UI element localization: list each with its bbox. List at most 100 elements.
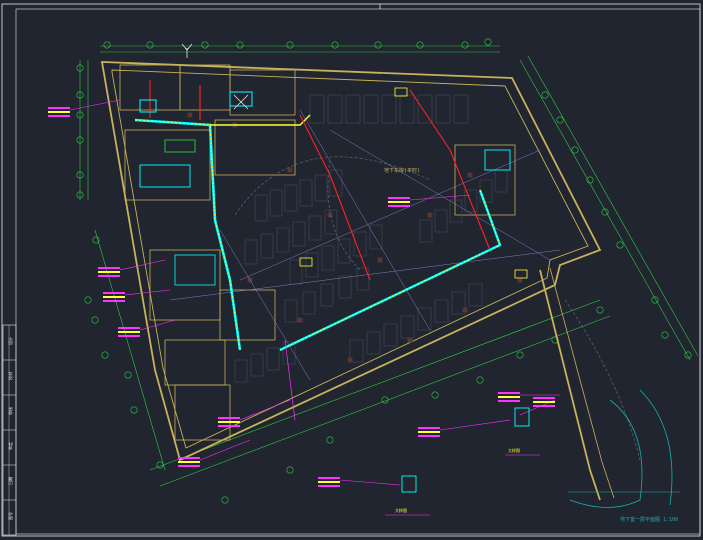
parking-bay (302, 291, 316, 315)
column-icon (407, 337, 413, 343)
parking-bay (244, 239, 258, 265)
parking-bay (419, 219, 433, 243)
parking-bay (309, 94, 325, 124)
annotation-text-block (218, 421, 240, 423)
parking-bay (434, 209, 448, 233)
grid-bubble-icon (484, 38, 492, 46)
parking-bay (381, 94, 397, 124)
title-block-field: 日期 (7, 477, 13, 485)
title-block-field: 审核 (7, 407, 13, 415)
parking-bay (254, 194, 268, 222)
annotation-leader (119, 259, 166, 271)
annotation-text-block (178, 457, 200, 459)
detail-label: 大样图 (395, 507, 407, 513)
parking-bay (468, 283, 483, 307)
column-icon (187, 112, 193, 118)
floor-plan-svg: 设计 校对 审核 审定 日期 图号 地下车库(平时) 大样图 大样图 地下室一层… (1, 3, 701, 537)
grid-bubble-icon (84, 296, 92, 304)
cad-drawing-canvas[interactable]: 设计 校对 审核 审定 日期 图号 地下车库(平时) 大样图 大样图 地下室一层… (0, 0, 703, 540)
grid-bubble-group (76, 38, 692, 504)
column-icon (297, 317, 303, 323)
dimension-lines (79, 45, 699, 487)
parking-bay (453, 94, 469, 124)
parking-bay (321, 245, 335, 271)
title-block-field: 校对 (7, 372, 13, 380)
grid-bubble-icon (431, 391, 439, 399)
column-icon (287, 167, 293, 173)
annotation-leader (199, 439, 251, 461)
annotation-text-block (533, 401, 555, 403)
parking-bay (383, 323, 398, 347)
parking-bay (284, 299, 298, 323)
annotation-text-block (218, 417, 240, 419)
column-icon (517, 277, 523, 283)
annotation-text-block (388, 197, 410, 199)
room-partitions (119, 64, 516, 441)
column-icon (467, 172, 473, 178)
grid-bubble-icon (516, 351, 524, 359)
grid-bubble-icon (91, 316, 99, 324)
grid-bubble-icon (221, 496, 229, 504)
parking-bay (327, 94, 343, 124)
annotation-text-block (498, 392, 520, 394)
grid-bubble-icon (684, 351, 692, 359)
annotation-text-block (498, 396, 520, 398)
detail-label: 大样图 (508, 447, 520, 453)
annotation-text-block (103, 292, 125, 294)
driveway-curves (234, 156, 641, 461)
parking-bay (417, 94, 433, 124)
parking-bay (299, 179, 313, 207)
annotation-text-block (48, 115, 70, 117)
grid-bubble-icon (236, 41, 244, 49)
annotation-text-block (388, 201, 410, 203)
annotation-text-block (178, 461, 200, 463)
parking-bay (479, 179, 493, 203)
parking-bay (266, 347, 280, 371)
column-icon (427, 212, 433, 218)
parking-bay (320, 283, 334, 307)
annotation-leader (69, 99, 121, 111)
parking-bay (308, 215, 322, 241)
annotation-text-block (98, 275, 120, 277)
grid-bubble-icon (156, 461, 164, 469)
annotation-text-block (48, 111, 70, 113)
cross-mark-icon (233, 94, 249, 110)
parking-bay (417, 307, 432, 331)
annotation-text-block (318, 485, 340, 487)
grid-bubble-icon (461, 41, 469, 49)
annotation-text-block (318, 477, 340, 479)
drawing-title: 地下室一层平面图 1:100 (620, 516, 678, 523)
annotation-text-block (318, 481, 340, 483)
parking-bay (284, 184, 298, 212)
grid-bubble-icon (103, 41, 111, 49)
grid-bubble-icon (661, 331, 669, 339)
annotation-text-block (533, 405, 555, 407)
grid-bubble-icon (130, 406, 138, 414)
annotation-text-block (118, 327, 140, 329)
title-block-field: 审定 (7, 442, 13, 450)
column-icon (327, 212, 333, 218)
parking-bay (366, 331, 381, 355)
grid-bubble-icon (374, 41, 382, 49)
column-icon (347, 357, 353, 363)
grid-bubble-icon (616, 241, 624, 249)
grid-bubble-icon (146, 41, 154, 49)
annotation-leader (439, 419, 511, 431)
annotation-text-block (388, 205, 410, 207)
parking-bay (260, 233, 274, 259)
parking-bay (234, 359, 248, 383)
annotation-text-block (98, 267, 120, 269)
grid-bubble-icon (331, 41, 339, 49)
parking-bay (250, 353, 264, 377)
grid-bubble-icon (286, 466, 294, 474)
grid-bubble-icon (92, 236, 100, 244)
grid-bubble-icon (476, 376, 484, 384)
grid-bubble-icon (326, 436, 334, 444)
grid-bubble-icon (201, 41, 209, 49)
annotation-text-block (103, 300, 125, 302)
annotation-text-block (533, 397, 555, 399)
parking-bay (269, 189, 283, 217)
parking-bay (338, 275, 352, 299)
annotation-leader (239, 399, 291, 421)
annotation-leader (139, 319, 176, 331)
